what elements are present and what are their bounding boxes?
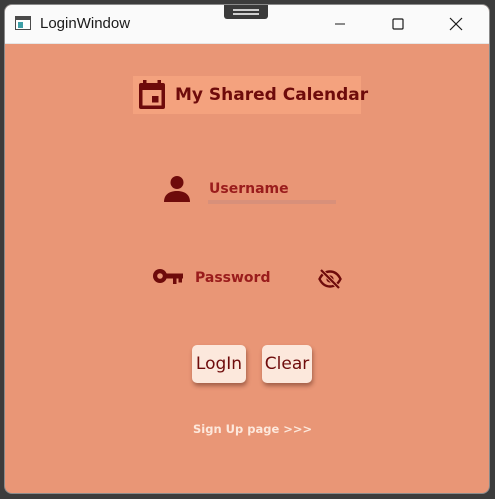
key-icon: [152, 266, 184, 286]
signup-link[interactable]: Sign Up page >>>: [193, 422, 312, 436]
close-icon: [449, 17, 463, 31]
person-icon: [163, 175, 191, 203]
maximize-icon: [392, 18, 404, 30]
password-input[interactable]: [195, 266, 313, 290]
close-button[interactable]: [433, 5, 479, 43]
desktop-background: LoginWindow My Shared Calendar Username …: [0, 0, 495, 499]
calendar-icon: [137, 79, 167, 111]
login-content: My Shared Calendar Username LogIn Clear …: [5, 44, 489, 493]
window-title: LoginWindow: [40, 15, 131, 32]
page-title: My Shared Calendar: [175, 85, 369, 105]
username-input[interactable]: [208, 178, 336, 204]
login-window: LoginWindow My Shared Calendar Username …: [4, 4, 490, 494]
title-bar[interactable]: LoginWindow: [5, 5, 489, 44]
clear-button[interactable]: Clear: [262, 345, 312, 383]
eye-off-icon[interactable]: [318, 268, 342, 290]
minimize-icon: [335, 23, 345, 25]
minimize-button[interactable]: [317, 5, 363, 43]
maximize-button[interactable]: [375, 5, 421, 43]
app-header: My Shared Calendar: [133, 76, 368, 114]
app-window-icon: [15, 16, 31, 30]
snap-layout-handle[interactable]: [224, 5, 268, 19]
login-button[interactable]: LogIn: [192, 345, 246, 383]
